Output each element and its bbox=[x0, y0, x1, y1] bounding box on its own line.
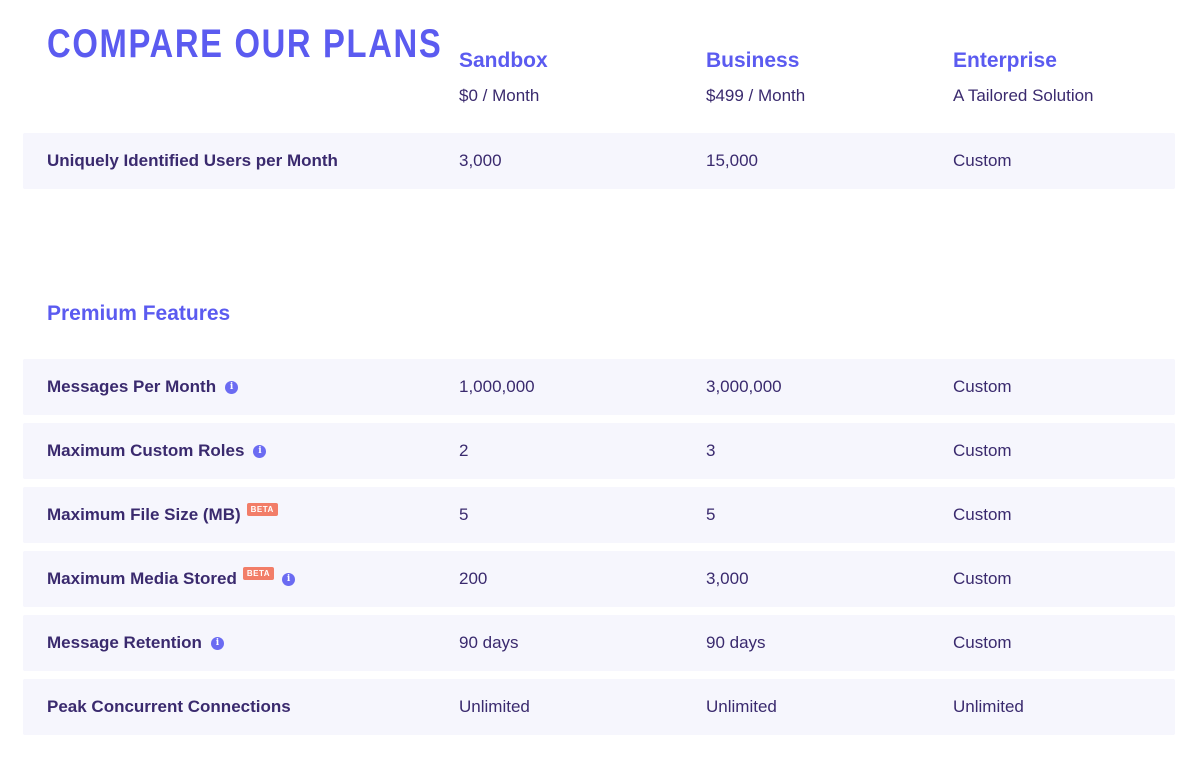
sandbox-value: Unlimited bbox=[459, 697, 530, 716]
table-row: Maximum Custom Roles i 2 3 Custom bbox=[23, 423, 1175, 479]
business-value: 3 bbox=[706, 441, 716, 460]
business-value: 3,000 bbox=[706, 569, 749, 588]
plan-name: Enterprise bbox=[953, 49, 1057, 72]
page-title: COMPARE OUR PLANS bbox=[47, 22, 443, 66]
info-icon[interactable]: i bbox=[210, 636, 224, 650]
business-value: 15,000 bbox=[706, 151, 758, 170]
beta-badge: BETA bbox=[242, 566, 275, 580]
row-label-wrap: Message Retention i bbox=[47, 615, 224, 671]
beta-badge: BETA bbox=[246, 502, 278, 516]
plan-name: Sandbox bbox=[459, 49, 548, 72]
sandbox-value: 90 days bbox=[459, 633, 519, 652]
plan-business-header: Business $499 / Month bbox=[706, 48, 805, 106]
business-value: 90 days bbox=[706, 633, 766, 652]
row-label-wrap: Peak Concurrent Connections bbox=[47, 679, 291, 735]
info-icon[interactable]: i bbox=[282, 572, 296, 586]
row-label-wrap: Messages Per Month i bbox=[47, 359, 239, 415]
row-label: Messages Per Month bbox=[47, 377, 217, 396]
enterprise-value: Custom bbox=[953, 151, 1012, 170]
section-title-premium-features: Premium Features bbox=[47, 302, 231, 325]
row-label-wrap: Maximum Media Stored BETA i bbox=[47, 551, 296, 607]
table-row: Message Retention i 90 days 90 days Cust… bbox=[23, 615, 1175, 671]
table-row: Peak Concurrent Connections Unlimited Un… bbox=[23, 679, 1175, 735]
info-icon[interactable]: i bbox=[225, 380, 239, 394]
table-row: Messages Per Month i 1,000,000 3,000,000… bbox=[23, 359, 1175, 415]
row-label: Maximum File Size (MB) bbox=[47, 505, 241, 524]
row-label: Message Retention bbox=[47, 633, 202, 652]
enterprise-value: Unlimited bbox=[953, 697, 1024, 716]
sandbox-value: 200 bbox=[459, 569, 488, 588]
enterprise-value: Custom bbox=[953, 377, 1012, 396]
plan-price: $0 / Month bbox=[459, 86, 540, 105]
enterprise-value: Custom bbox=[953, 441, 1012, 460]
enterprise-value: Custom bbox=[953, 569, 1012, 588]
enterprise-value: Custom bbox=[953, 633, 1012, 652]
sandbox-value: 3,000 bbox=[459, 151, 502, 170]
enterprise-value: Custom bbox=[953, 505, 1012, 524]
plan-name: Business bbox=[706, 49, 800, 72]
table-row: Maximum File Size (MB) BETA 5 5 Custom bbox=[23, 487, 1175, 543]
plan-price: A Tailored Solution bbox=[953, 86, 1094, 105]
business-value: Unlimited bbox=[706, 697, 777, 716]
sandbox-value: 2 bbox=[459, 441, 469, 460]
plan-enterprise-header: Enterprise A Tailored Solution bbox=[953, 48, 1094, 106]
plan-sandbox-header: Sandbox $0 / Month bbox=[459, 48, 548, 106]
row-label: Maximum Custom Roles bbox=[47, 441, 245, 460]
row-label: Peak Concurrent Connections bbox=[47, 697, 291, 716]
business-value: 3,000,000 bbox=[706, 377, 782, 396]
row-label-wrap: Maximum Custom Roles i bbox=[47, 423, 267, 479]
business-value: 5 bbox=[706, 505, 716, 524]
plan-price: $499 / Month bbox=[706, 86, 806, 105]
sandbox-value: 1,000,000 bbox=[459, 377, 535, 396]
info-icon[interactable]: i bbox=[253, 444, 267, 458]
table-row: Maximum Media Stored BETA i 200 3,000 Cu… bbox=[23, 551, 1175, 607]
row-label: Maximum Media Stored bbox=[47, 569, 237, 588]
table-row: Uniquely Identified Users per Month 3,00… bbox=[23, 133, 1175, 189]
row-label-wrap: Maximum File Size (MB) BETA bbox=[47, 487, 278, 543]
row-label: Uniquely Identified Users per Month bbox=[47, 151, 338, 170]
sandbox-value: 5 bbox=[459, 505, 469, 524]
